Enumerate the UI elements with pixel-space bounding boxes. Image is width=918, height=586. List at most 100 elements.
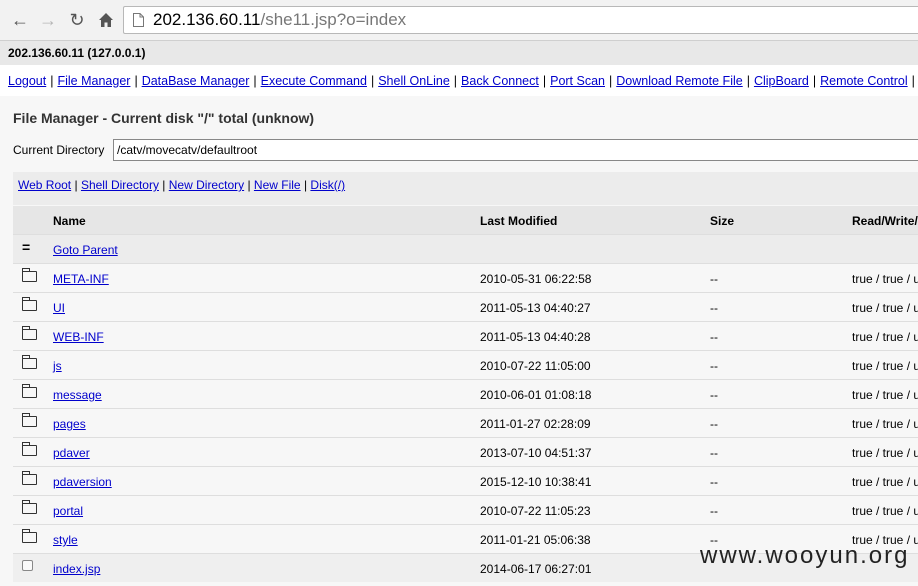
folder-icon [22, 500, 37, 514]
size-cell: -- [710, 388, 718, 402]
file-name-link[interactable]: message [53, 388, 102, 402]
file-name-link[interactable]: UI [53, 301, 65, 315]
file-name-link[interactable]: pdaversion [53, 475, 112, 489]
menu-separator: | [253, 74, 257, 88]
menu-link-file-manager[interactable]: File Manager [57, 74, 130, 88]
menu-link-clipboard[interactable]: ClipBoard [754, 74, 809, 88]
file-name-link[interactable]: pdaver [53, 446, 90, 460]
current-directory-label: Current Directory [13, 143, 105, 157]
current-directory-input[interactable] [113, 139, 918, 161]
browser-toolbar: ← → ↻ 202.136.60.11/she11.jsp?o=index [0, 0, 918, 41]
quick-link-web-root[interactable]: Web Root [18, 178, 71, 192]
menu-link-database-manager[interactable]: DataBase Manager [142, 74, 250, 88]
link-separator: | [158, 178, 169, 192]
main-menu: Logout | File Manager | DataBase Manager | Exe… [8, 74, 918, 88]
permissions-cell: true / true / u [852, 388, 918, 402]
size-cell: -- [710, 417, 718, 431]
size-cell: -- [710, 272, 718, 286]
header-permissions[interactable]: Read/Write/ [852, 214, 918, 228]
last-modified-cell: 2010-07-22 11:05:00 [480, 359, 591, 373]
table-row: pdaversion 2015-12-10 10:38:41 -- true / tr… [13, 466, 918, 495]
menu-link-execute-command[interactable]: Execute Command [261, 74, 367, 88]
file-name-link[interactable]: style [53, 533, 78, 547]
menu-link-back-connect[interactable]: Back Connect [461, 74, 539, 88]
quick-links: Web Root | Shell Directory | New Directo… [18, 178, 345, 192]
menu-link-port-scan[interactable]: Port Scan [550, 74, 605, 88]
folder-icon [22, 471, 37, 485]
page-icon [133, 13, 144, 27]
menu-separator: | [370, 74, 375, 88]
table-row: pdaver 2013-07-10 04:51:37 -- true / true /… [13, 437, 918, 466]
quick-links-box: Web Root | Shell Directory | New Directo… [13, 172, 918, 205]
last-modified-cell: 2011-01-21 05:06:38 [480, 533, 591, 547]
menu-separator: | [812, 74, 817, 88]
last-modified-cell: 2010-06-01 01:08:18 [480, 388, 592, 402]
menu-link-shell-online[interactable]: Shell OnLine [378, 74, 450, 88]
table-row: META-INF 2010-05-31 06:22:58 -- true / true… [13, 263, 918, 292]
name-cell: WEB-INF [53, 330, 104, 344]
menu-link-download-remote-file[interactable]: Download Remote File [616, 74, 742, 88]
size-cell: -- [710, 446, 718, 460]
file-name-link[interactable]: index.jsp [53, 562, 100, 576]
table-row: js 2010-07-22 11:05:00 -- true / true / u [13, 350, 918, 379]
folder-icon [22, 297, 37, 311]
permissions-cell: true / true / u [852, 475, 918, 489]
last-modified-cell: 2011-05-13 04:40:27 [480, 301, 591, 315]
permissions-cell: true / true / u [852, 504, 918, 518]
url-host: 202.136.60.11 [153, 10, 261, 29]
menu-separator: | [134, 74, 138, 88]
permissions-cell: true / true / u [852, 301, 918, 315]
watermark: www.wooyun.org [700, 542, 910, 569]
file-name-link[interactable]: js [53, 359, 62, 373]
last-modified-cell: 2015-12-10 10:38:41 [480, 475, 592, 489]
url-path: /she11.jsp?o=index [260, 10, 407, 29]
folder-icon [22, 529, 37, 543]
quick-link-shell-directory[interactable]: Shell Directory [81, 178, 159, 192]
folder-icon [22, 355, 37, 369]
table-row: portal 2010-07-22 11:05:23 -- true / true /… [13, 495, 918, 524]
link-separator: | [71, 178, 81, 192]
file-name-link[interactable]: pages [53, 417, 86, 431]
name-cell: message [53, 388, 102, 402]
size-cell: -- [710, 359, 718, 373]
quick-link-disk[interactable]: Disk(/) [310, 178, 345, 192]
file-checkbox[interactable] [22, 560, 33, 571]
address-bar[interactable]: 202.136.60.11/she11.jsp?o=index [123, 6, 918, 34]
name-cell: META-INF [53, 272, 109, 286]
size-cell: -- [710, 330, 718, 344]
forward-arrow-icon[interactable]: → [37, 9, 59, 31]
table-header: Name Last Modified Size Read/Write/ [13, 206, 918, 234]
file-table: Name Last Modified Size Read/Write/ = Go… [13, 206, 918, 582]
host-info: 202.136.60.11 (127.0.0.1) [8, 46, 146, 60]
home-icon[interactable] [95, 9, 117, 31]
link-separator: | [244, 178, 254, 192]
size-cell: -- [710, 504, 718, 518]
file-name-link[interactable]: portal [53, 504, 83, 518]
last-modified-cell: 2010-07-22 11:05:23 [480, 504, 591, 518]
table-row: UI 2011-05-13 04:40:27 -- true / true / u [13, 292, 918, 321]
file-name-link[interactable]: WEB-INF [53, 330, 104, 344]
permissions-cell: true / true / u [852, 272, 918, 286]
permissions-cell: true / true / u [852, 417, 918, 431]
permissions-cell: true / true / u [852, 330, 918, 344]
goto-parent-link[interactable]: Goto Parent [53, 243, 118, 257]
header-name[interactable]: Name [53, 214, 86, 228]
quick-link-new-file[interactable]: New File [254, 178, 301, 192]
goto-parent-row: = Goto Parent [13, 234, 918, 263]
table-row: WEB-INF 2011-05-13 04:40:28 -- true / true … [13, 321, 918, 350]
menu-separator: | [911, 74, 915, 88]
folder-icon [22, 268, 37, 282]
table-row: message 2010-06-01 01:08:18 -- true / true … [13, 379, 918, 408]
header-last-modified[interactable]: Last Modified [480, 214, 557, 228]
header-size[interactable]: Size [710, 214, 734, 228]
name-cell: pdaversion [53, 475, 112, 489]
menu-link-remote-control[interactable]: Remote Control [820, 74, 908, 88]
back-arrow-icon[interactable]: ← [9, 9, 31, 31]
folder-icon [22, 384, 37, 398]
reload-icon[interactable]: ↻ [66, 9, 88, 31]
menu-separator: | [50, 74, 54, 88]
file-name-link[interactable]: META-INF [53, 272, 109, 286]
menu-link-logout[interactable]: Logout [8, 74, 46, 88]
quick-link-new-directory[interactable]: New Directory [169, 178, 244, 192]
host-bar: 202.136.60.11 (127.0.0.1) [0, 41, 918, 65]
